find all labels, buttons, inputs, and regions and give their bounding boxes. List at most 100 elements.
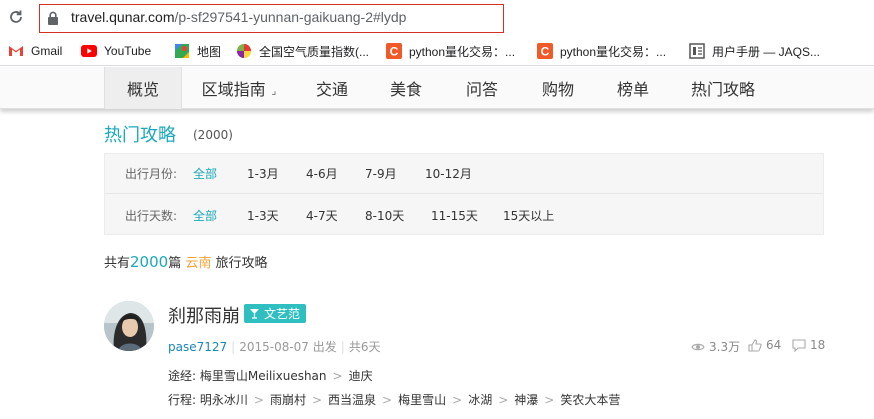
filter-option[interactable]: 1-3天: [247, 207, 279, 224]
route-line: 途经: 梅里雪山Meilixueshan > 迪庆: [168, 367, 373, 384]
bookmark-youtube[interactable]: YouTube: [81, 41, 151, 61]
filter-label: 出行月份:: [125, 167, 178, 181]
site-nav: 概览 区域指南 ⌟ 交通 美食 问答 购物 榜单 热门攻略: [104, 67, 776, 109]
bookmarks-bar: Gmail YouTube 地图 全国空气质量指数(... C python量化…: [0, 36, 874, 66]
filter-option[interactable]: 全部: [193, 165, 217, 182]
bookmark-label: 全国空气质量指数(...: [259, 44, 369, 59]
address-bar-row: travel.qunar.com/p-sf297541-yunnan-gaiku…: [0, 0, 874, 36]
svg-text:C: C: [541, 45, 550, 59]
route-place-link[interactable]: 迪庆: [349, 369, 373, 383]
itinerary-stop[interactable]: 冰湖: [468, 393, 492, 407]
bookmark-label: Gmail: [31, 44, 63, 58]
likes-count: 64: [766, 338, 782, 352]
filter-option[interactable]: 11-15天: [431, 207, 478, 224]
filter-option[interactable]: 10-12月: [425, 165, 472, 182]
lock-icon[interactable]: [47, 10, 59, 25]
summary-middle: 篇: [168, 256, 182, 271]
bookmark-jaqs[interactable]: 用户手册 — JAQS...: [689, 41, 820, 61]
arrow-icon: >: [498, 393, 509, 407]
reload-icon[interactable]: [6, 7, 26, 27]
likes-stat[interactable]: 64: [748, 338, 781, 352]
itinerary-stop[interactable]: 明永冰川: [200, 393, 248, 407]
nav-tab-label: 榜单: [616, 80, 649, 99]
views-stat: 3.3万: [691, 338, 740, 355]
itinerary-stop[interactable]: 雨崩村: [270, 393, 306, 407]
site-nav-bar: 概览 区域指南 ⌟ 交通 美食 问答 购物 榜单 热门攻略: [0, 67, 874, 109]
author-avatar[interactable]: [104, 301, 154, 351]
meta-divider: |: [340, 340, 345, 354]
comments-count: 18: [810, 338, 826, 352]
comment-icon: [792, 338, 806, 352]
filter-option[interactable]: 15天以上: [503, 207, 554, 224]
arrow-icon: >: [253, 393, 264, 407]
views-count: 3.3万: [709, 340, 741, 354]
itinerary-stop[interactable]: 笑农大本营: [560, 393, 620, 407]
bookmark-quant-2[interactable]: C python量化交易：...: [537, 41, 666, 61]
section-count: (2000): [193, 128, 233, 142]
comments-stat[interactable]: 18: [792, 338, 825, 352]
summary-prefix: 共有: [104, 256, 131, 271]
filter-option[interactable]: 1-3月: [247, 165, 279, 182]
quant-icon: C: [537, 43, 553, 59]
nav-tab-label: 交通: [315, 80, 348, 99]
gmail-icon: [8, 43, 24, 59]
arrow-icon: >: [332, 369, 343, 383]
nav-tab-label: 区域指南: [201, 80, 266, 99]
nav-tab-label: 美食: [389, 80, 422, 99]
corner-caret-icon: ⌟: [271, 85, 277, 97]
bookmark-quant-1[interactable]: C python量化交易：...: [386, 41, 515, 61]
itinerary-stop[interactable]: 梅里雪山: [398, 393, 446, 407]
filter-option[interactable]: 8-10天: [365, 207, 404, 224]
filter-row-month: 出行月份: 全部 1-3月 4-6月 7-9月 10-12月: [105, 154, 823, 194]
svg-text:C: C: [390, 45, 399, 59]
filter-label: 出行天数:: [125, 208, 178, 223]
filter-option[interactable]: 4-7天: [306, 207, 338, 224]
nav-tab-overview[interactable]: 概览: [104, 67, 182, 109]
nav-tab-regions[interactable]: 区域指南 ⌟: [182, 67, 296, 109]
bookmark-gmail[interactable]: Gmail: [8, 41, 62, 61]
arrow-icon: >: [452, 393, 463, 407]
arrow-icon: >: [382, 393, 393, 407]
nav-tab-label: 问答: [465, 80, 498, 99]
author-name[interactable]: 刹那雨崩: [168, 302, 240, 328]
post-meta: pase7127 | 2015-08-07 出发 | 共6天: [168, 338, 380, 355]
summary-suffix: 旅行攻略: [215, 256, 268, 271]
aqi-icon: [236, 43, 252, 59]
bookmark-label: python量化交易：...: [409, 44, 516, 59]
cocktail-icon: [250, 309, 259, 319]
itinerary-line: 行程: 明永冰川 > 雨崩村 > 西当温泉 > 梅里雪山 > 冰湖 > 神瀑 > 笑农大本营: [168, 391, 620, 408]
arrow-icon: >: [311, 393, 323, 407]
badge-label: 文艺范: [264, 307, 301, 321]
nav-tab-transport[interactable]: 交通: [296, 67, 368, 109]
nav-tab-label: 购物: [541, 80, 574, 99]
username-link[interactable]: pase7127: [168, 340, 227, 354]
maps-icon: [174, 43, 190, 59]
nav-tab-qa[interactable]: 问答: [444, 67, 520, 109]
bookmark-maps[interactable]: 地图: [174, 41, 221, 61]
nav-tab-hot-guides[interactable]: 热门攻略: [670, 67, 776, 109]
section-title: 热门攻略: [104, 125, 176, 146]
url-host: travel.qunar.com: [71, 9, 175, 25]
filter-option[interactable]: 全部: [193, 207, 217, 224]
summary-place-link[interactable]: 云南: [185, 256, 211, 271]
filter-panel: 出行月份: 全部 1-3月 4-6月 7-9月 10-12月 出行天数: 全部 …: [104, 153, 824, 235]
filter-option[interactable]: 7-9月: [365, 165, 397, 182]
nav-tab-shopping[interactable]: 购物: [520, 67, 596, 109]
nav-tab-rankings[interactable]: 榜单: [596, 67, 670, 109]
eye-icon: [691, 343, 705, 350]
filter-option[interactable]: 4-6月: [306, 165, 338, 182]
doc-icon: [689, 43, 705, 59]
nav-tab-food[interactable]: 美食: [368, 67, 444, 109]
bookmark-label: YouTube: [104, 44, 152, 58]
author-badge: 文艺范: [244, 304, 307, 323]
youtube-icon: [81, 43, 97, 59]
route-place-link[interactable]: 梅里雪山Meilixueshan: [200, 369, 327, 383]
itinerary-stop[interactable]: 神瀑: [514, 393, 538, 407]
filter-row-days: 出行天数: 全部 1-3天 4-7天 8-10天 11-15天 15天以上: [105, 195, 823, 235]
url-path: /p-sf297541-yunnan-gaikuang-2#lydp: [174, 9, 407, 25]
itinerary-stop[interactable]: 西当温泉: [328, 393, 376, 407]
bookmark-aqi[interactable]: 全国空气质量指数(...: [236, 41, 369, 61]
url-field[interactable]: travel.qunar.com/p-sf297541-yunnan-gaiku…: [71, 9, 406, 25]
summary-count: 2000: [130, 253, 169, 271]
arrow-icon: >: [544, 393, 555, 407]
